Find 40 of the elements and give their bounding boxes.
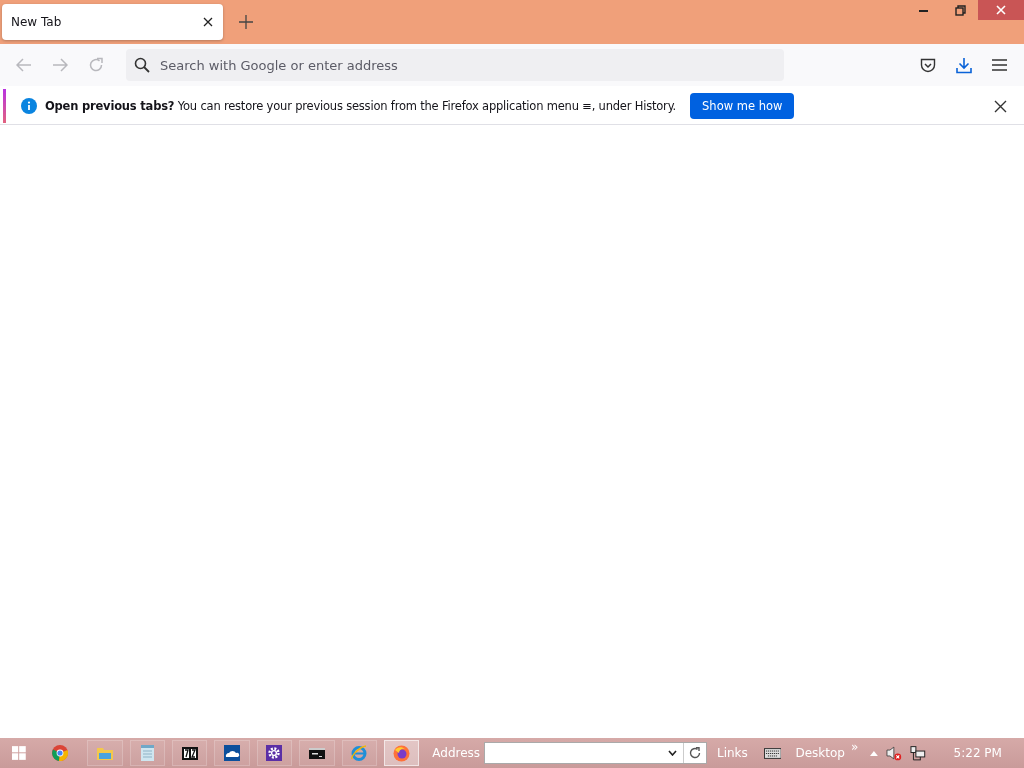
taskbar-app-button[interactable] [214,740,250,766]
cloud-icon [224,745,241,761]
notepad-icon [140,745,154,761]
taskbar-app-button[interactable] [172,740,208,766]
address-field[interactable]: Search with Google or enter address [158,56,784,74]
close-icon [996,5,1006,15]
download-icon[interactable] [956,56,972,74]
search-icon [134,57,150,73]
address-dropdown-field[interactable] [484,742,707,764]
close-icon[interactable] [203,17,213,27]
menu-icon[interactable] [992,59,1007,71]
muted-speaker-icon[interactable] [886,745,902,761]
internet-explorer-icon [351,745,368,761]
taskbar-app-button[interactable] [256,740,293,766]
network-icon[interactable] [909,745,926,761]
pocket-icon[interactable] [920,57,936,73]
chrome-icon [51,745,68,761]
windows-start-icon[interactable] [12,746,26,760]
archive-icon [181,746,198,760]
keyboard-icon[interactable] [763,747,782,759]
show-me-how-button[interactable]: Show me how [690,93,795,119]
toolbar-overflow-chevron[interactable]: » [851,740,859,754]
desktop-toolbar-label[interactable]: Desktop [795,746,845,760]
close-icon[interactable] [994,99,1007,113]
info-icon [21,98,37,114]
plus-icon[interactable] [239,15,253,29]
terminal-icon [308,747,325,759]
browser-tab[interactable]: New Tab [2,4,223,40]
clock[interactable]: 5:22 PM [953,746,1002,760]
taskbar-app-button[interactable] [299,740,335,766]
links-toolbar-label[interactable]: Links [717,746,748,760]
notification-message: Open previous tabs? You can restore your previous session from the Firefox application menu ≡, under History. [45,99,677,113]
chevron-down-icon[interactable] [668,750,677,756]
gear-icon [266,745,283,761]
firefox-icon [393,744,411,762]
folder-icon [96,746,113,760]
restore-icon[interactable] [954,4,966,16]
address-label: Address [432,746,481,760]
refresh-icon[interactable] [689,747,701,759]
address-bar[interactable]: Search with Google or enter address [126,49,784,81]
